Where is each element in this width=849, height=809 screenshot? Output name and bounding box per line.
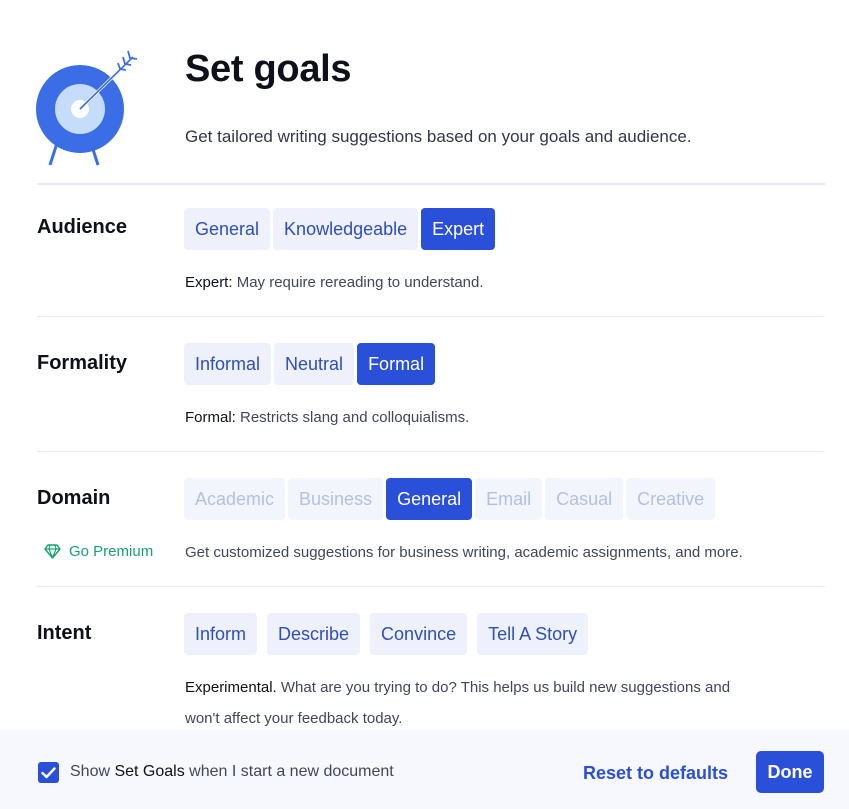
audience-option-general[interactable]: General bbox=[184, 208, 271, 250]
intent-option-convince[interactable]: Convince bbox=[370, 613, 468, 655]
formality-option-formal[interactable]: Formal bbox=[357, 343, 436, 385]
intent-description-line2: won't affect your feedback today. bbox=[185, 710, 403, 727]
formality-label: Formality bbox=[37, 352, 128, 374]
divider bbox=[37, 451, 825, 452]
intent-desc-key: Experimental. bbox=[185, 679, 277, 696]
domain-option-creative[interactable]: Creative bbox=[626, 478, 716, 520]
intent-option-inform[interactable]: Inform bbox=[184, 613, 258, 655]
go-premium-link[interactable]: Go Premium bbox=[44, 543, 153, 560]
formality-desc-text: Restricts slang and colloquialisms. bbox=[235, 409, 470, 426]
header-divider bbox=[37, 183, 825, 185]
footer: Show Set Goals when I start a new docume… bbox=[0, 730, 849, 809]
formality-option-informal[interactable]: Informal bbox=[184, 343, 272, 385]
intent-options: Inform Describe Convince Tell A Story bbox=[184, 613, 589, 655]
diamond-icon bbox=[44, 544, 61, 559]
audience-options: General Knowledgeable Expert bbox=[184, 208, 496, 250]
formality-options: Informal Neutral Formal bbox=[184, 343, 436, 385]
domain-label: Domain bbox=[37, 487, 111, 509]
audience-desc-text: May require rereading to understand. bbox=[232, 274, 484, 291]
formality-option-neutral[interactable]: Neutral bbox=[274, 343, 355, 385]
domain-option-business[interactable]: Business bbox=[288, 478, 384, 520]
formality-description: Formal: Restricts slang and colloquialis… bbox=[185, 409, 469, 426]
divider bbox=[37, 586, 825, 587]
check-strong: Set Goals bbox=[114, 763, 185, 780]
audience-label: Audience bbox=[37, 216, 128, 238]
show-set-goals-label: Show Set Goals when I start a new docume… bbox=[70, 763, 394, 781]
divider bbox=[37, 316, 825, 317]
audience-description: Expert: May require rereading to underst… bbox=[185, 274, 484, 291]
header: Set goals Get tailored writing suggestio… bbox=[0, 0, 849, 185]
intent-option-tell-a-story[interactable]: Tell A Story bbox=[477, 613, 589, 655]
domain-option-general[interactable]: General bbox=[386, 478, 473, 520]
formality-desc-key: Formal: bbox=[185, 409, 236, 426]
intent-option-describe[interactable]: Describe bbox=[267, 613, 361, 655]
reset-to-defaults-button[interactable]: Reset to defaults bbox=[583, 763, 728, 784]
done-button[interactable]: Done bbox=[756, 751, 824, 793]
audience-option-expert[interactable]: Expert bbox=[421, 208, 496, 250]
target-arrow-icon bbox=[36, 50, 138, 166]
check-suffix: when I start a new document bbox=[184, 763, 394, 780]
go-premium-label: Go Premium bbox=[69, 543, 154, 560]
domain-options: Academic Business General Email Casual C… bbox=[184, 478, 716, 520]
checkmark-icon bbox=[41, 766, 56, 778]
page-subtitle: Get tailored writing suggestions based o… bbox=[185, 127, 692, 146]
check-prefix: Show bbox=[70, 763, 115, 780]
domain-option-email[interactable]: Email bbox=[475, 478, 543, 520]
show-set-goals-checkbox[interactable] bbox=[38, 762, 59, 783]
audience-option-knowledgeable[interactable]: Knowledgeable bbox=[273, 208, 419, 250]
intent-label: Intent bbox=[37, 622, 92, 644]
domain-option-casual[interactable]: Casual bbox=[545, 478, 624, 520]
intent-description: Experimental. What are you trying to do?… bbox=[185, 679, 730, 696]
audience-desc-key: Expert: bbox=[185, 274, 233, 291]
domain-description: Get customized suggestions for business … bbox=[185, 544, 743, 561]
page-title: Set goals bbox=[185, 48, 352, 90]
domain-option-academic[interactable]: Academic bbox=[184, 478, 286, 520]
intent-desc-line1: What are you trying to do? This helps us… bbox=[276, 679, 731, 696]
